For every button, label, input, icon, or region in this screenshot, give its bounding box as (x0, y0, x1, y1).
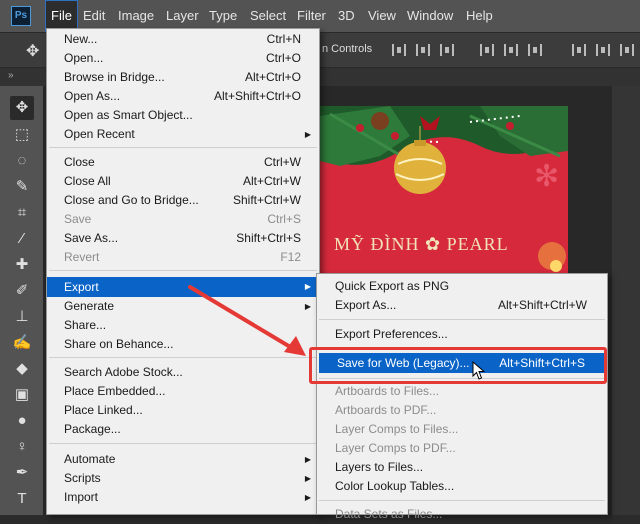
align-bottom-icon[interactable] (440, 44, 454, 56)
align-right-icon[interactable] (528, 44, 542, 56)
menu-item-place-embedded[interactable]: Place Embedded... (47, 382, 319, 401)
submenu-arrow-icon: ▶ (304, 474, 311, 483)
menu-item-browse-in-bridge[interactable]: Browse in Bridge... Alt+Ctrl+O (47, 68, 319, 87)
eyedropper-tool-icon[interactable]: ⁄ (10, 227, 34, 251)
type-tool-icon[interactable]: T (10, 487, 34, 511)
menu-separator (319, 319, 605, 320)
distribute-bottom-icon[interactable] (620, 44, 634, 56)
menu-item-import[interactable]: Import ▶ (47, 488, 319, 507)
menu-separator (49, 270, 317, 271)
menu-item-save: Save Ctrl+S (64, 212, 301, 226)
move-tool-icon[interactable]: ✥ (10, 96, 34, 120)
brush-tool-icon[interactable]: ✐ (10, 279, 34, 303)
menu-item-revert: Revert F12 (64, 250, 301, 264)
marquee-tool-icon[interactable]: ⬚ (10, 123, 34, 147)
lasso-tool-icon[interactable]: ◌ (10, 149, 34, 173)
menu-window[interactable]: Window (402, 0, 458, 32)
menu-item-close[interactable]: Close Ctrl+W (47, 153, 319, 172)
menu-item-artboards-to-files: Artboards to Files... (335, 384, 440, 398)
menu-item-close-and-go-to-bridge[interactable]: Close and Go to Bridge... Shift+Ctrl+W (47, 191, 319, 210)
menu-view[interactable]: View (363, 0, 401, 32)
align-left-icon[interactable] (480, 44, 494, 56)
eraser-tool-icon[interactable]: ◆ (10, 357, 34, 381)
menu-item-quick-export-png[interactable]: Quick Export as PNG (317, 277, 607, 296)
show-transform-controls-label[interactable]: n Controls (322, 43, 372, 55)
align-horizontal-center-icon[interactable] (504, 44, 518, 56)
menu-item-open[interactable]: Open... Ctrl+O (47, 49, 319, 68)
export-submenu: Quick Export as PNG Export As... Alt+Shif… (316, 273, 608, 521)
menu-item-open-as[interactable]: Open As... Alt+Shift+Ctrl+O (47, 87, 319, 106)
healing-brush-tool-icon[interactable]: ✚ (10, 253, 34, 277)
photoshop-logo-icon: Ps (11, 6, 31, 26)
align-vertical-center-icon[interactable] (416, 44, 430, 56)
menu-separator (49, 443, 317, 444)
blur-tool-icon[interactable]: ● (10, 409, 34, 433)
menu-item-search-adobe-stock[interactable]: Search Adobe Stock... (47, 363, 319, 382)
submenu-arrow-icon: ▶ (304, 130, 311, 139)
menu-item-export-as[interactable]: Export As... Alt+Shift+Ctrl+W (317, 296, 607, 315)
menu-3d[interactable]: 3D (333, 0, 360, 32)
distribute-top-icon[interactable] (572, 44, 586, 56)
menu-separator (49, 357, 317, 358)
quick-selection-tool-icon[interactable]: ✎ (10, 175, 34, 199)
submenu-arrow-icon: ▶ (304, 302, 311, 311)
menu-item-save-as[interactable]: Save As... Shift+Ctrl+S (47, 229, 319, 248)
menu-item-share[interactable]: Share... (47, 316, 319, 335)
menu-item-export-preferences[interactable]: Export Preferences... (317, 325, 607, 344)
align-top-icon[interactable] (392, 44, 406, 56)
file-menu: New... Ctrl+N Open... Ctrl+O Browse in Bri… (46, 28, 320, 515)
submenu-arrow-icon: ▶ (304, 282, 311, 291)
tools-panel: ✥ ⬚ ◌ ✎ ⌗ ⁄ ✚ ✐ ⊥ ✍ ◆ ▣ ● ♀ ✒ T (0, 86, 44, 515)
clone-stamp-tool-icon[interactable]: ⊥ (10, 305, 34, 329)
menu-separator (319, 500, 605, 501)
menu-item-generate[interactable]: Generate ▶ (47, 297, 319, 316)
mouse-cursor-icon (472, 361, 486, 380)
distribute-center-icon[interactable] (596, 44, 610, 56)
menu-item-automate[interactable]: Automate ▶ (47, 450, 319, 469)
history-brush-tool-icon[interactable]: ✍ (10, 331, 34, 355)
menu-item-scripts[interactable]: Scripts ▶ (47, 469, 319, 488)
menu-item-close-all[interactable]: Close All Alt+Ctrl+W (47, 172, 319, 191)
menu-help[interactable]: Help (461, 0, 498, 32)
svg-text:✻: ✻ (534, 159, 559, 194)
menu-item-artboards-to-pdf: Artboards to PDF... (335, 403, 437, 417)
menu-item-place-linked[interactable]: Place Linked... (47, 401, 319, 420)
menu-item-color-lookup-tables[interactable]: Color Lookup Tables... (317, 477, 607, 496)
menu-item-share-on-behance[interactable]: Share on Behance... (47, 335, 319, 354)
menu-separator (49, 147, 317, 148)
gradient-tool-icon[interactable]: ▣ (10, 383, 34, 407)
menu-item-package[interactable]: Package... (47, 420, 319, 439)
submenu-arrow-icon: ▶ (304, 493, 311, 502)
panel-dock-strip (612, 86, 640, 515)
annotation-highlight-box (309, 347, 607, 384)
dodge-tool-icon[interactable]: ♀ (10, 435, 34, 459)
menu-item-export[interactable]: Export ▶ (47, 277, 319, 297)
artwork-brand-text: MỸ ĐÌNH ✿ PEARL (334, 234, 509, 254)
crop-tool-icon[interactable]: ⌗ (10, 201, 34, 225)
menu-item-new[interactable]: New... Ctrl+N (47, 30, 319, 49)
menu-item-layer-comps-to-files: Layer Comps to Files... (335, 422, 459, 436)
menu-item-layers-to-files[interactable]: Layers to Files... (317, 458, 607, 477)
menu-item-layer-comps-to-pdf: Layer Comps to PDF... (335, 441, 456, 455)
submenu-arrow-icon: ▶ (304, 455, 311, 464)
document-artwork: ✻ MỸ ĐÌNH ✿ PEARL (320, 106, 568, 278)
collapse-panel-icon[interactable]: » (8, 70, 14, 81)
menu-item-open-recent[interactable]: Open Recent ▶ (47, 125, 319, 144)
pen-tool-icon[interactable]: ✒ (10, 461, 34, 485)
menu-item-open-as-smart-object[interactable]: Open as Smart Object... (47, 106, 319, 125)
move-tool-options-icon[interactable]: ✥ (26, 41, 39, 61)
